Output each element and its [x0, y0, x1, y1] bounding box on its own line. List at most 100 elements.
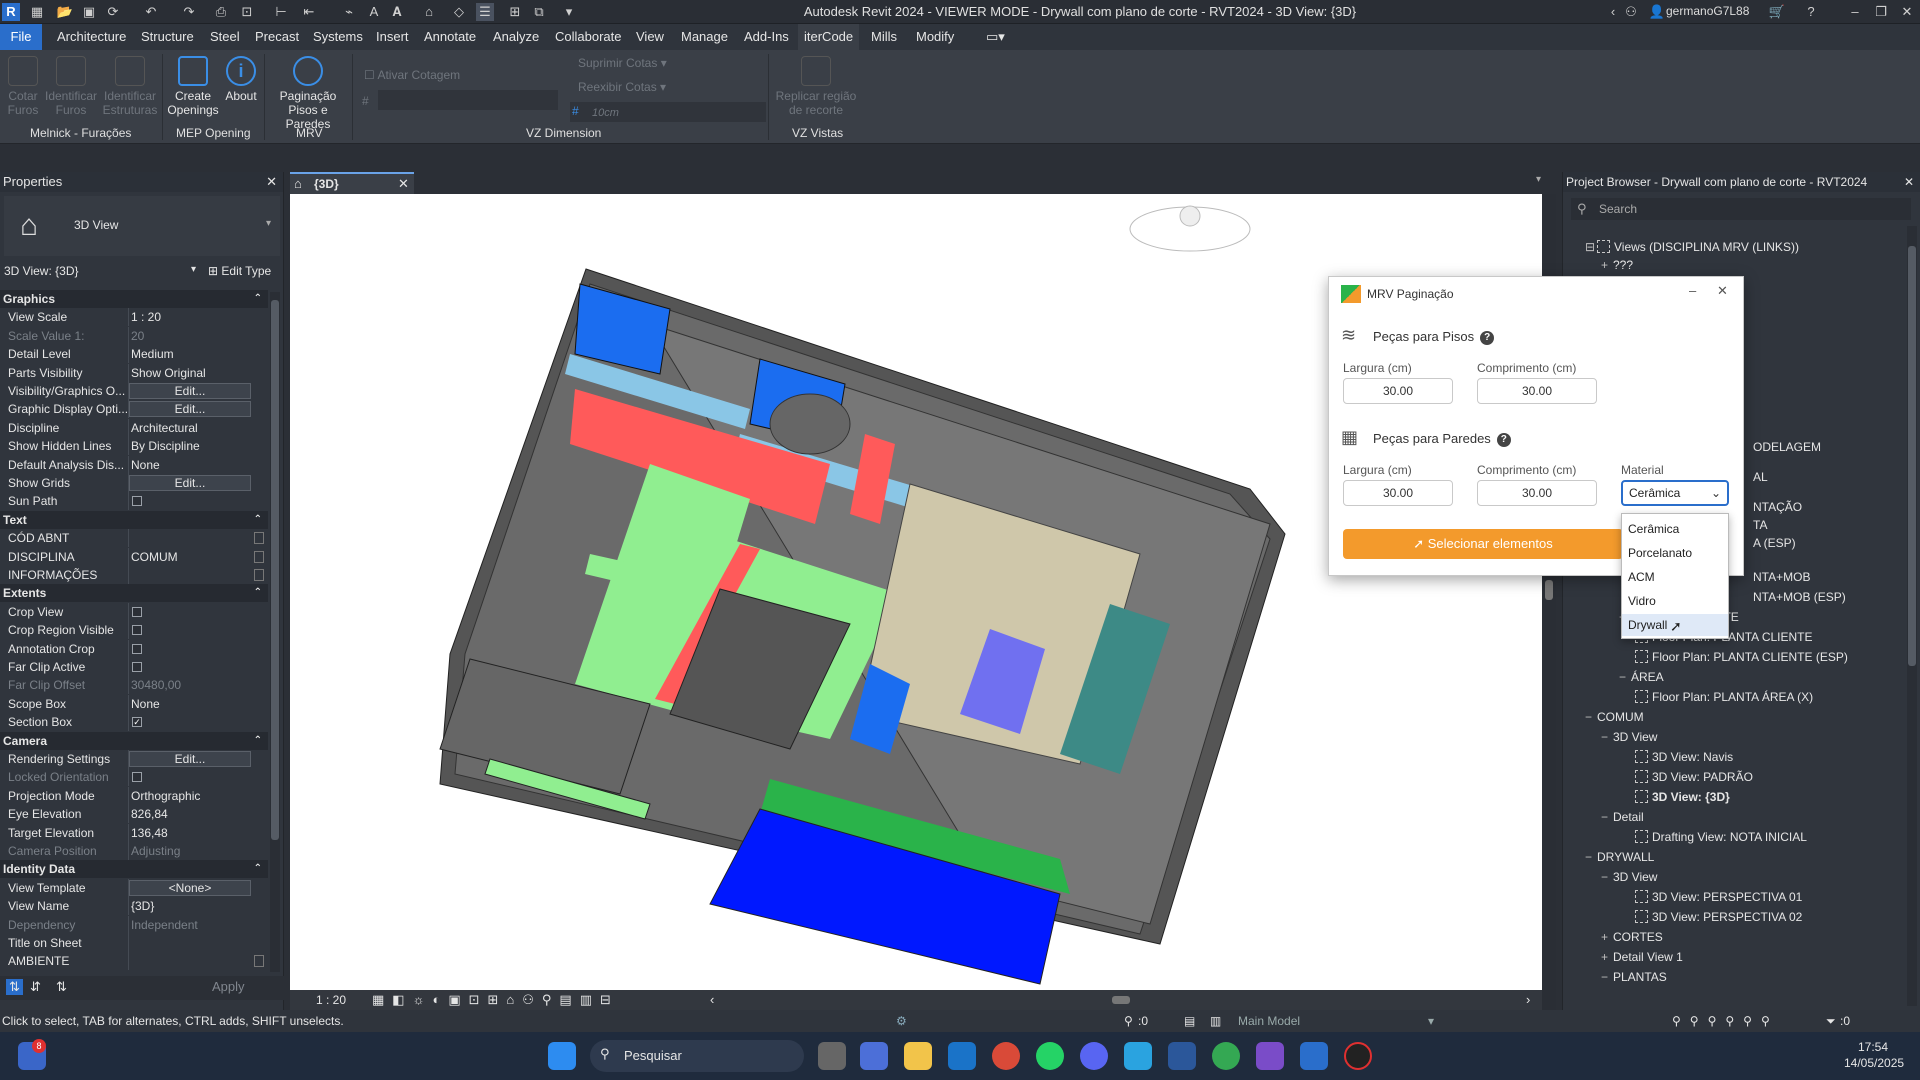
property-value[interactable]: By Discipline	[129, 437, 257, 455]
property-edit-button[interactable]: Edit...	[129, 751, 251, 767]
close-icon[interactable]: ✕	[398, 176, 409, 192]
revit-logo-icon[interactable]: R	[2, 3, 20, 21]
create-openings-button[interactable]: Create Openings	[164, 56, 222, 117]
tree-item[interactable]: TA	[1753, 518, 1767, 532]
minimize-icon[interactable]: –	[1846, 3, 1864, 21]
home-icon[interactable]: ▦	[28, 3, 46, 21]
expand-toggle-icon[interactable]: −	[1585, 710, 1597, 724]
tab-mills[interactable]: Mills	[871, 29, 897, 44]
taskbar-search[interactable]: ⚲ Pesquisar	[590, 1040, 804, 1072]
property-value[interactable]: 30480,00	[129, 676, 257, 694]
view-cube[interactable]	[1129, 205, 1251, 252]
record-icon[interactable]	[1344, 1042, 1372, 1070]
expand-toggle-icon[interactable]: +	[1601, 258, 1613, 272]
property-value[interactable]: 136,48	[129, 824, 257, 842]
section-extents[interactable]: Extents ⌃	[0, 584, 268, 603]
material-select[interactable]: Cerâmica ⌄	[1621, 480, 1729, 506]
property-value[interactable]: 20	[129, 327, 257, 345]
tab-architecture[interactable]: Architecture	[57, 29, 126, 44]
tree-item[interactable]: 3D View: Navis	[1635, 750, 1733, 764]
apply-button[interactable]: Apply	[212, 979, 245, 994]
expand-toggle-icon[interactable]: −	[1601, 870, 1613, 884]
tree-item[interactable]: NTAÇÃO	[1753, 500, 1802, 514]
selecionar-elementos-button[interactable]: ➚ Selecionar elementos	[1343, 529, 1623, 559]
section-graphics[interactable]: Graphics ⌃	[0, 290, 268, 308]
open-icon[interactable]: 📂	[56, 3, 74, 21]
collapse-icon[interactable]: ⌃	[254, 290, 262, 308]
option-vidro[interactable]: Vidro	[1622, 590, 1728, 612]
close-hidden-icon[interactable]: ⊞	[506, 3, 524, 21]
tab-manage[interactable]: Manage	[681, 29, 728, 44]
tree-item[interactable]: − DRYWALL	[1585, 850, 1654, 864]
tree-item[interactable]: 3D View: PERSPECTIVA 02	[1635, 910, 1802, 924]
text-icon[interactable]: A	[365, 3, 383, 21]
section-camera[interactable]: Camera ⌃	[0, 731, 268, 750]
replicar-regiao-button[interactable]: Replicar região de recorte	[772, 56, 860, 117]
model-selector[interactable]: Main Model	[1238, 1010, 1300, 1032]
tab-file[interactable]: File	[0, 24, 42, 50]
tab-menu-icon[interactable]: ▾	[1536, 174, 1541, 185]
property-value[interactable]: 1 : 20	[129, 308, 257, 326]
dimension-icon[interactable]: ⇤	[300, 3, 318, 21]
browser-scrollbar[interactable]	[1907, 226, 1917, 1006]
property-value[interactable]: None	[129, 695, 257, 713]
tab-3d-view[interactable]: ⌂ {3D} ✕	[290, 172, 414, 194]
tab-structure[interactable]: Structure	[141, 29, 194, 44]
section-icon[interactable]: ◇	[450, 3, 468, 21]
text-a-icon[interactable]: 𝐀	[388, 3, 406, 21]
customize-icon[interactable]: ▾	[560, 3, 578, 21]
measure-icon[interactable]: ⊡	[238, 3, 256, 21]
option-porcelanato[interactable]: Porcelanato	[1622, 542, 1728, 564]
paredes-comprimento-input[interactable]: 30.00	[1477, 480, 1597, 506]
tree-item[interactable]: AL	[1753, 470, 1768, 484]
collapse-icon[interactable]: ⌃	[254, 584, 262, 602]
file-explorer-icon[interactable]	[904, 1042, 932, 1070]
tree-item[interactable]: Floor Plan: PLANTA ÁREA (X)	[1635, 690, 1813, 704]
tree-item[interactable]: +???	[1601, 258, 1633, 272]
chrome-profile-icon[interactable]	[1212, 1042, 1240, 1070]
expand-toggle-icon[interactable]: +	[1601, 950, 1613, 964]
horizontal-scroll-thumb[interactable]	[1112, 996, 1130, 1004]
identificar-estruturas-button[interactable]: Identificar Estruturas	[100, 56, 160, 117]
workset-icon[interactable]: ⚙	[896, 1010, 907, 1032]
property-value[interactable]: {3D}	[129, 897, 257, 915]
binoculars-icon[interactable]: ⚇	[1622, 3, 1640, 21]
chevron-right-icon[interactable]: ›	[1526, 992, 1530, 1007]
option-acm[interactable]: ACM	[1622, 566, 1728, 588]
property-value[interactable]: Architectural	[129, 419, 257, 437]
cotar-furos-button[interactable]: Cotar Furos	[2, 56, 44, 117]
property-edit-button[interactable]: <None>	[129, 879, 251, 896]
tab-precast[interactable]: Precast	[255, 29, 299, 44]
redo-icon[interactable]: ↷	[180, 3, 198, 21]
switch-windows-icon[interactable]: ⧉	[530, 3, 548, 21]
m365-icon[interactable]	[860, 1042, 888, 1070]
collapse-icon[interactable]: ⌃	[254, 511, 262, 529]
property-checkbox[interactable]	[132, 772, 142, 783]
tree-item[interactable]: Drafting View: NOTA INICIAL	[1635, 830, 1807, 844]
task-view-icon[interactable]	[818, 1042, 846, 1070]
revit-taskbar-icon[interactable]	[1300, 1042, 1328, 1070]
help-icon[interactable]: ?	[1480, 331, 1495, 345]
properties-scrollbar[interactable]	[270, 292, 280, 972]
property-value[interactable]: Adjusting	[129, 842, 257, 860]
property-value[interactable]: None	[129, 456, 257, 474]
tab-view[interactable]: View	[636, 29, 664, 44]
instance-selector[interactable]: 3D View: {3D} ▾	[4, 264, 200, 282]
print-icon[interactable]: ⎙	[212, 3, 230, 21]
tree-item[interactable]: −3D View	[1601, 870, 1657, 884]
tree-item[interactable]: − ÁREA	[1619, 670, 1664, 684]
camera-options-icon[interactable]: ▭▾	[986, 29, 1005, 45]
close-icon[interactable]: ✕	[1898, 3, 1916, 21]
property-edit-button[interactable]: Edit...	[129, 383, 251, 399]
property-value[interactable]: COMUM	[129, 548, 257, 566]
chevron-left-icon[interactable]: ‹	[710, 992, 714, 1007]
tree-item[interactable]: A (ESP)	[1753, 536, 1796, 550]
tree-item[interactable]: − Detail	[1601, 810, 1644, 824]
sort-icon[interactable]: ⇅	[6, 979, 23, 995]
reexibir-cotas-button[interactable]: Reexibir Cotas ▾	[578, 80, 666, 94]
section-text[interactable]: Text ⌃	[0, 510, 268, 529]
section-identity[interactable]: Identity Data ⌃	[0, 860, 268, 879]
tree-item[interactable]: + Detail View 1	[1601, 950, 1683, 964]
tree-item[interactable]: 3D View: PADRÃO	[1635, 770, 1753, 784]
tab-steel[interactable]: Steel	[210, 29, 240, 44]
